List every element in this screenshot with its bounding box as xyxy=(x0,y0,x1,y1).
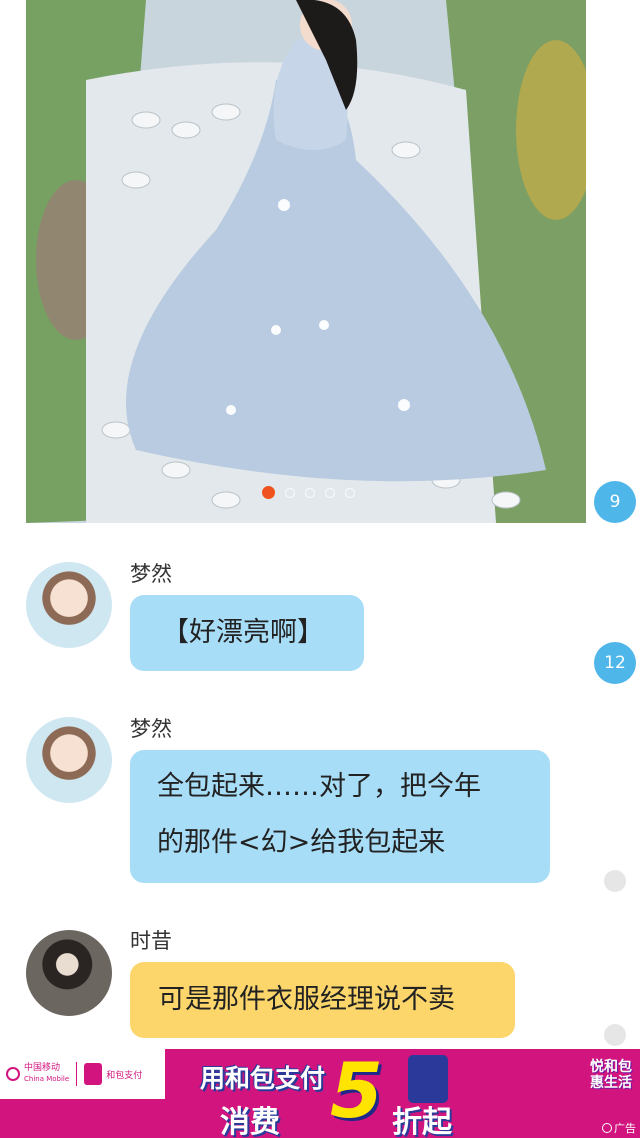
ad-slogan: 悦和包 惠生活 xyxy=(590,1059,632,1091)
divider xyxy=(76,1062,78,1086)
carrier-name: 中国移动 xyxy=(24,1063,61,1073)
comment-count-text: 12 xyxy=(604,653,626,673)
avatar[interactable] xyxy=(26,930,112,1016)
post-photo[interactable] xyxy=(26,0,586,523)
carrier-label: 中国移动 China Mobile xyxy=(24,1063,69,1085)
ad-banner[interactable]: 中国移动 China Mobile 和包支付 用和包支付 5 消费 折起 悦和包… xyxy=(0,1049,640,1138)
message-bubble[interactable]: 【好漂亮啊】 xyxy=(130,595,364,671)
comment-count-text: 9 xyxy=(609,492,621,512)
comment-count-dot[interactable] xyxy=(604,1024,626,1046)
carrier-name-en: China Mobile xyxy=(24,1075,70,1083)
comment-count-badge[interactable]: 12 xyxy=(594,642,636,684)
ad-headline-text: 用和包支付 xyxy=(200,1064,326,1093)
ad-subline-left: 消费 xyxy=(220,1105,280,1138)
ad-brand-strip: 中国移动 China Mobile 和包支付 xyxy=(0,1049,165,1099)
china-mobile-logo-icon xyxy=(6,1067,20,1081)
wallet-logo-icon xyxy=(84,1063,103,1085)
phone-icon xyxy=(408,1055,448,1103)
message-text: 【好漂亮啊】 xyxy=(162,617,324,648)
sender-name[interactable]: 梦然 xyxy=(130,713,172,743)
ad-headline: 用和包支付 5 消费 折起 xyxy=(180,1049,550,1138)
ad-tag-label: 广告 xyxy=(614,1122,636,1135)
ad-slogan-line: 悦和包 xyxy=(590,1059,632,1075)
ad-tag[interactable]: 广告 xyxy=(602,1120,636,1136)
sender-name[interactable]: 梦然 xyxy=(130,558,172,588)
comment-count-badge[interactable]: 9 xyxy=(594,481,636,523)
carousel-dot[interactable] xyxy=(345,487,355,498)
wallet-name: 和包支付 xyxy=(106,1070,143,1081)
message-bubble[interactable]: 全包起来……对了，把今年 的那件<幻>给我包起来 xyxy=(130,750,550,883)
ad-slogan-line: 惠生活 xyxy=(590,1075,632,1091)
message-text: 可是那件衣服经理说不卖 xyxy=(158,984,455,1015)
message-text-line: 全包起来……对了，把今年 xyxy=(157,771,481,802)
comment-count-dot[interactable] xyxy=(604,870,626,892)
photo-illustration xyxy=(26,0,586,523)
ad-discount-number: 5 xyxy=(330,1049,383,1135)
sender-name[interactable]: 时昔 xyxy=(130,925,172,955)
carousel-dot[interactable] xyxy=(325,487,335,498)
ad-subline-right: 折起 xyxy=(392,1105,452,1138)
carousel-indicator[interactable] xyxy=(262,486,355,499)
message-bubble[interactable]: 可是那件衣服经理说不卖 xyxy=(130,962,515,1038)
message-text-line: 的那件<幻>给我包起来 xyxy=(157,827,446,858)
carousel-dot[interactable] xyxy=(305,487,315,498)
avatar[interactable] xyxy=(26,717,112,803)
ad-info-icon xyxy=(602,1123,612,1133)
carousel-dot[interactable] xyxy=(285,487,295,498)
carousel-dot-active[interactable] xyxy=(262,486,275,499)
avatar[interactable] xyxy=(26,562,112,648)
